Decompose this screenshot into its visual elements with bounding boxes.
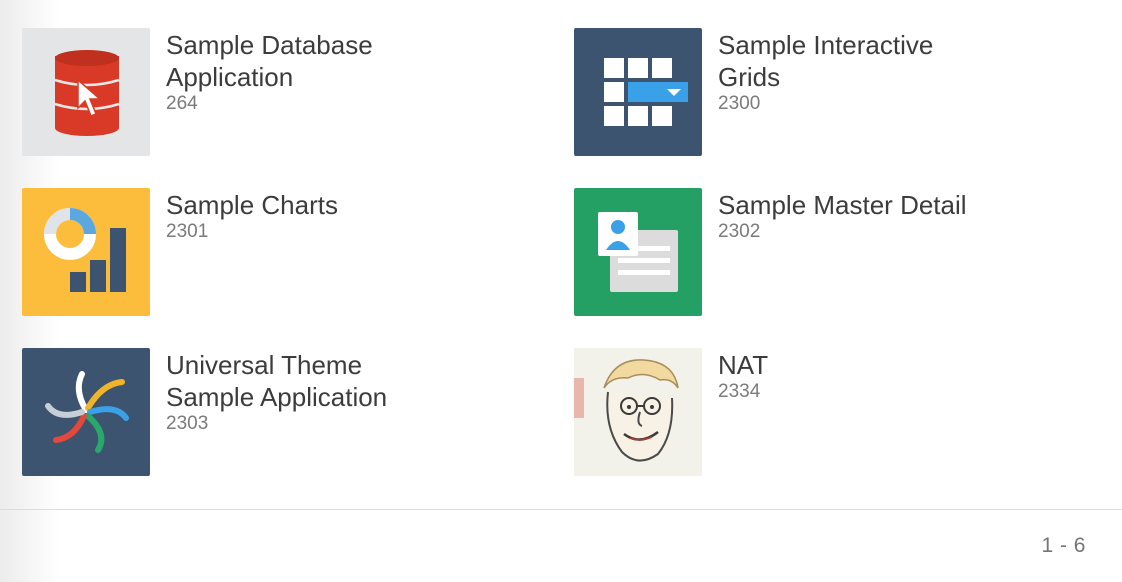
app-card-text: Sample Interactive Grids 2300 bbox=[718, 28, 1088, 115]
app-id: 2303 bbox=[166, 413, 209, 434]
caricature-portrait-icon bbox=[574, 348, 702, 476]
app-card-text: Sample Master Detail 2302 bbox=[718, 188, 1088, 243]
app-card-sample-master-detail[interactable]: Sample Master Detail 2302 bbox=[574, 188, 1094, 316]
pagination-range: 1 - 6 bbox=[1041, 534, 1086, 557]
app-title-line-2: Grids bbox=[718, 62, 781, 92]
app-card-text: Sample Database Application 264 bbox=[166, 28, 536, 115]
app-id: 2302 bbox=[718, 221, 761, 242]
app-title-line-1: Sample Charts bbox=[166, 190, 338, 220]
app-card-sample-interactive-grids[interactable]: Sample Interactive Grids 2300 bbox=[574, 28, 1094, 156]
app-title: Sample Interactive Grids bbox=[718, 29, 1088, 93]
app-title-line-1: Universal Theme bbox=[166, 350, 363, 380]
app-title: NAT bbox=[718, 349, 1088, 381]
app-id: 264 bbox=[166, 93, 198, 114]
app-title: Sample Master Detail bbox=[718, 189, 1088, 221]
app-title-line-1: NAT bbox=[718, 350, 769, 380]
app-id: 2334 bbox=[718, 381, 761, 402]
universal-theme-icon bbox=[22, 348, 150, 476]
app-title: Universal Theme Sample Application bbox=[166, 349, 536, 413]
app-id: 2300 bbox=[718, 93, 761, 114]
app-title-line-1: Sample Database bbox=[166, 30, 373, 60]
app-title: Sample Database Application bbox=[166, 29, 536, 93]
interactive-grid-icon bbox=[574, 28, 702, 156]
app-title-line-2: Sample Application bbox=[166, 382, 388, 412]
app-title-line-1: Sample Master Detail bbox=[718, 190, 967, 220]
app-card-text: Universal Theme Sample Application 2303 bbox=[166, 348, 536, 435]
database-pointer-icon bbox=[22, 28, 150, 156]
app-card-sample-charts[interactable]: Sample Charts 2301 bbox=[22, 188, 542, 316]
app-gallery: Sample Database Application 264 Sample In… bbox=[0, 0, 1122, 510]
app-card-text: NAT 2334 bbox=[718, 348, 1088, 403]
app-card-text: Sample Charts 2301 bbox=[166, 188, 536, 243]
app-title-line-1: Sample Interactive bbox=[718, 30, 934, 60]
app-title: Sample Charts bbox=[166, 189, 536, 221]
master-detail-icon bbox=[574, 188, 702, 316]
app-id: 2301 bbox=[166, 221, 209, 242]
app-card-sample-database-application[interactable]: Sample Database Application 264 bbox=[22, 28, 542, 156]
app-card-nat[interactable]: NAT 2334 bbox=[574, 348, 1094, 476]
charts-icon bbox=[22, 188, 150, 316]
app-card-universal-theme-sample-application[interactable]: Universal Theme Sample Application 2303 bbox=[22, 348, 542, 476]
app-title-line-2: Application bbox=[166, 62, 294, 92]
footer-divider bbox=[0, 509, 1122, 510]
